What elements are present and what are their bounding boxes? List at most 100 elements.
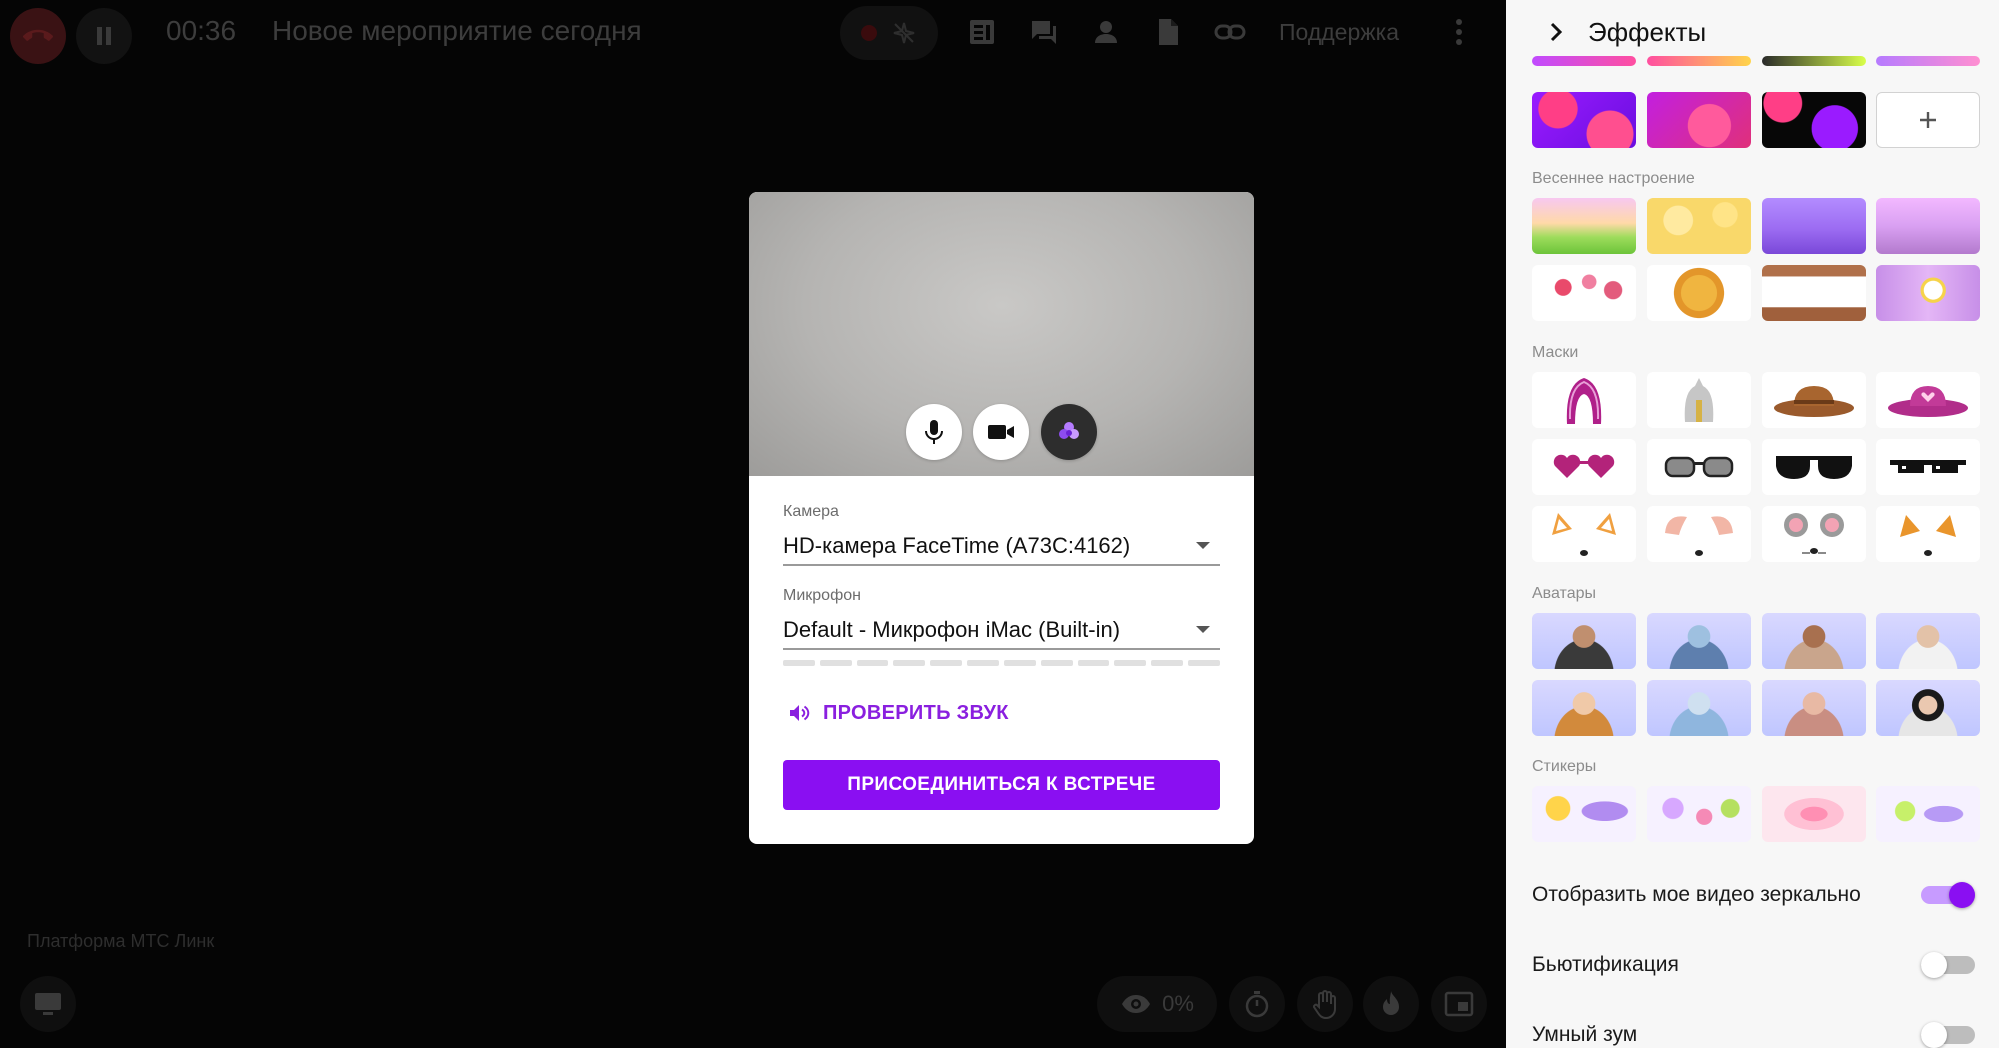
sticker-bunny[interactable] [1876, 786, 1980, 842]
platform-label: Платформа МТС Линк [27, 931, 215, 951]
mirror-video-toggle[interactable] [1921, 882, 1975, 908]
sticker-weather[interactable] [1532, 786, 1636, 842]
mask-heart-glasses[interactable] [1532, 439, 1636, 495]
recording-control[interactable] [840, 6, 938, 60]
more-menu-icon[interactable] [1442, 12, 1476, 52]
effect-sunflower[interactable] [1647, 265, 1751, 321]
hand-icon [1313, 990, 1336, 1019]
chevron-down-icon [1196, 626, 1210, 633]
add-background-button[interactable] [1876, 92, 1980, 148]
meeting-timer: 00:36 [166, 15, 237, 46]
effect-spring-bridge[interactable] [1876, 198, 1980, 254]
background-gradient-1[interactable] [1532, 92, 1636, 148]
timer-button[interactable] [1229, 976, 1285, 1032]
beautify-toggle[interactable] [1921, 952, 1975, 978]
layout-button[interactable] [1431, 976, 1487, 1032]
effect-daisy-window[interactable] [1876, 265, 1980, 321]
effect-flower-crown[interactable] [1532, 265, 1636, 321]
eye-icon [1122, 995, 1151, 1013]
microphone-icon [925, 420, 943, 444]
mask-kokoshnik[interactable] [1532, 372, 1636, 428]
viewers-value: 0% [1162, 991, 1194, 1016]
avatar-4[interactable] [1876, 613, 1980, 669]
mask-cowboy-hat[interactable] [1762, 372, 1866, 428]
mask-sunglasses-clear[interactable] [1647, 439, 1751, 495]
avatar-3[interactable] [1762, 613, 1866, 669]
mask-sunglasses-dark[interactable] [1762, 439, 1866, 495]
effects-flower-icon [1059, 422, 1079, 439]
collapse-panel-button[interactable] [1542, 16, 1570, 48]
avatar-6[interactable] [1647, 680, 1751, 736]
fire-icon [1383, 991, 1399, 1015]
mask-fox-ears[interactable] [1532, 506, 1636, 562]
picture-in-picture-icon [1444, 991, 1474, 1017]
mic-toggle-button[interactable] [906, 404, 962, 460]
background-tile[interactable] [1762, 56, 1866, 66]
effect-spring-window[interactable] [1762, 265, 1866, 321]
effect-spring-meadow[interactable] [1532, 198, 1636, 254]
avatar-1[interactable] [1532, 613, 1636, 669]
section-title-avatars: Аватары [1532, 585, 1596, 602]
meeting-area: 00:36 Новое мероприятие сегодня Поддержк… [0, 0, 1506, 1048]
event-title: Новое мероприятие сегодня [272, 15, 642, 46]
effects-button[interactable] [1041, 404, 1097, 460]
avatar-7[interactable] [1762, 680, 1866, 736]
mask-pixel-glasses[interactable] [1876, 439, 1980, 495]
mirror-video-label: Отобразить мое видео зеркально [1532, 883, 1861, 906]
mask-helmet[interactable] [1647, 372, 1751, 428]
microphone-select[interactable]: Default - Микрофон iMac (Built-in) [783, 610, 1220, 650]
background-tile[interactable] [1647, 56, 1751, 66]
pause-icon [97, 27, 111, 45]
camera-select[interactable]: HD-камера FaceTime (A73C:4162) [783, 526, 1220, 566]
screen-share-button[interactable] [20, 976, 76, 1032]
background-gradient-3[interactable] [1762, 92, 1866, 148]
speaker-icon [790, 705, 810, 721]
mask-cat-ears[interactable] [1876, 506, 1980, 562]
camera-preview [749, 192, 1254, 476]
top-bar: 00:36 Новое мероприятие сегодня Поддержк… [0, 0, 1506, 64]
beautify-row: Бьютификация [1532, 946, 1975, 982]
section-title-masks: Маски [1532, 344, 1579, 361]
join-meeting-label: ПРИСОЕДИНИТЬСЯ К ВСТРЕЧЕ [847, 774, 1156, 795]
agenda-icon[interactable] [962, 12, 1002, 52]
section-title-spring: Весеннее настроение [1532, 170, 1695, 187]
microphone-value: Default - Микрофон iMac (Built-in) [783, 617, 1121, 642]
document-icon[interactable] [1148, 12, 1188, 52]
check-sound-button[interactable]: ПРОВЕРИТЬ ЗВУК [787, 699, 1009, 727]
mask-mouse-ears[interactable] [1762, 506, 1866, 562]
ai-sparkle-icon [893, 22, 915, 44]
pause-button[interactable] [76, 8, 132, 64]
sticker-hearts[interactable] [1762, 786, 1866, 842]
reactions-button[interactable] [1363, 976, 1419, 1032]
join-dialog: Камера HD-камера FaceTime (A73C:4162) Ми… [749, 192, 1254, 844]
avatar-2[interactable] [1647, 613, 1751, 669]
effect-spring-flowers[interactable] [1647, 198, 1751, 254]
audio-level-meter [783, 660, 1220, 666]
end-call-button[interactable] [10, 8, 66, 64]
smart-zoom-row: Умный зум [1532, 1016, 1975, 1048]
effects-header: Эффекты [1506, 0, 1999, 64]
section-title-stickers: Стикеры [1532, 758, 1597, 775]
raise-hand-button[interactable] [1297, 976, 1353, 1032]
monitor-icon [35, 993, 61, 1015]
mask-pink-hat[interactable] [1876, 372, 1980, 428]
sticker-flowers[interactable] [1647, 786, 1751, 842]
join-meeting-button[interactable]: ПРИСОЕДИНИТЬСЯ К ВСТРЕЧЕ [783, 760, 1220, 810]
viewers-indicator[interactable]: 0% [1097, 976, 1217, 1032]
avatar-5[interactable] [1532, 680, 1636, 736]
avatar-8[interactable] [1876, 680, 1980, 736]
mirror-video-row: Отобразить мое видео зеркально [1532, 876, 1975, 912]
effect-spring-city[interactable] [1762, 198, 1866, 254]
link-icon[interactable] [1210, 12, 1250, 52]
mask-bunny-ears[interactable] [1647, 506, 1751, 562]
chat-icon[interactable] [1024, 12, 1064, 52]
camera-toggle-button[interactable] [973, 404, 1029, 460]
record-dot-icon [861, 25, 877, 41]
participants-icon[interactable] [1086, 12, 1126, 52]
background-gradient-2[interactable] [1647, 92, 1751, 148]
chevron-right-icon [1550, 22, 1563, 42]
background-tile[interactable] [1532, 56, 1636, 66]
support-link[interactable]: Поддержка [1279, 18, 1399, 46]
background-tile[interactable] [1876, 56, 1980, 66]
smart-zoom-toggle[interactable] [1921, 1022, 1975, 1048]
